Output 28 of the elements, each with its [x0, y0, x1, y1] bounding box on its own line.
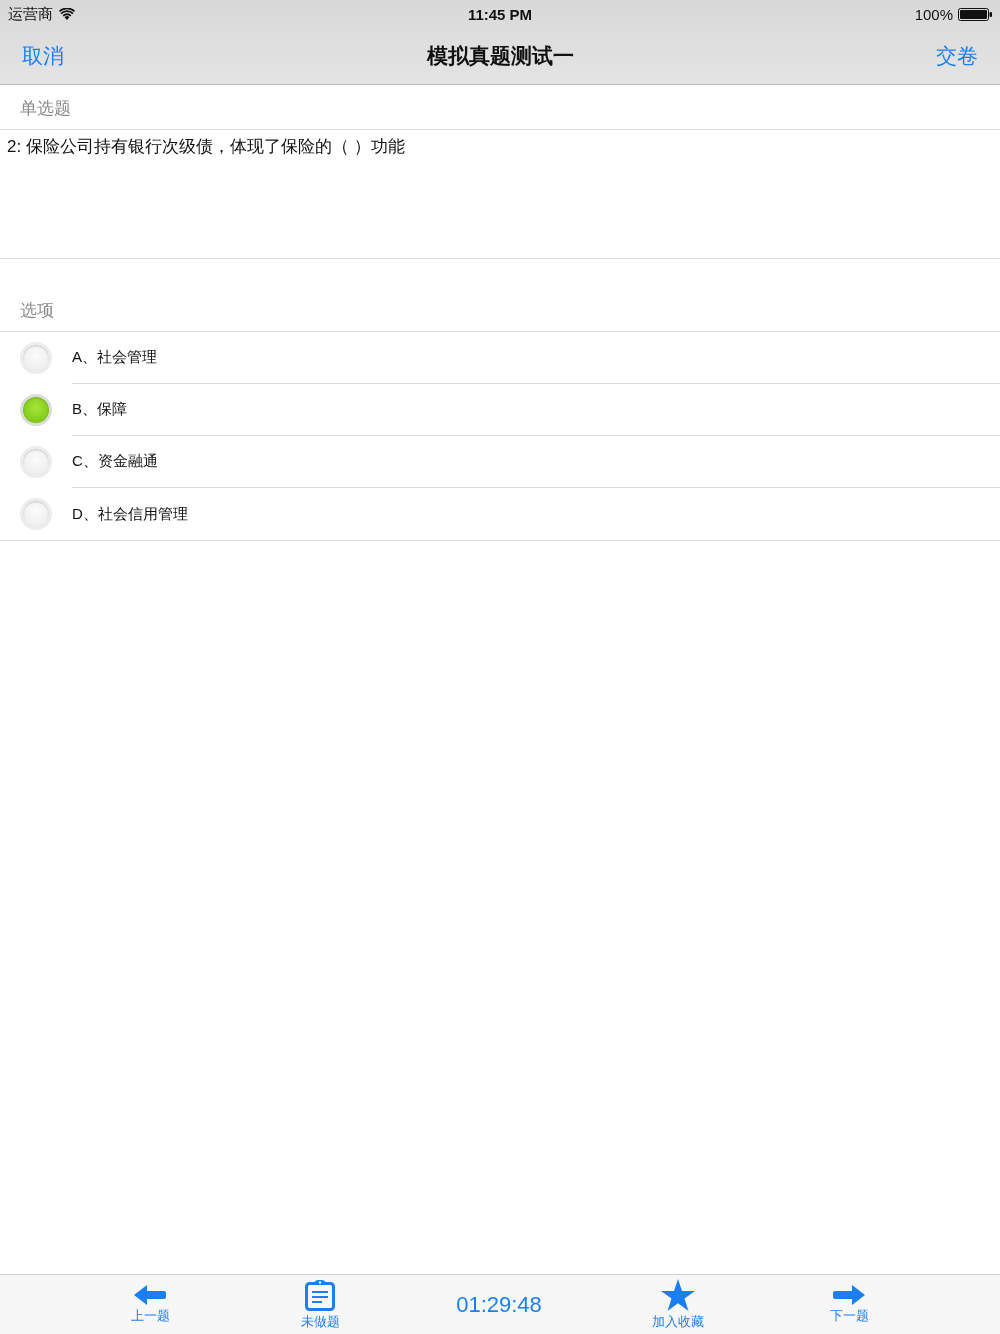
page-title: 模拟真题测试一	[426, 43, 574, 69]
radio-button[interactable]	[20, 342, 52, 374]
left-arrow-icon	[134, 1284, 166, 1305]
radio-button[interactable]	[20, 446, 52, 478]
option-label[interactable]: C、资金融通	[72, 452, 158, 471]
radio-button[interactable]	[20, 394, 52, 426]
option-label[interactable]: D、社会信用管理	[72, 504, 188, 524]
countdown-timer: 01:29:48	[456, 1291, 542, 1318]
option-label[interactable]: B、保障	[72, 400, 127, 419]
right-arrow-icon	[833, 1284, 865, 1305]
clipboard-icon	[305, 1278, 335, 1311]
star-icon	[661, 1278, 695, 1311]
battery-percent: 100%	[914, 5, 953, 23]
section-title: 选项	[20, 301, 54, 321]
battery-icon	[958, 7, 992, 21]
favorite-button[interactable]: 加入收藏	[652, 1278, 704, 1331]
question-text: 2: 保险公司持有银行次级债，体现了保险的（ ）功能	[7, 137, 406, 157]
radio-button[interactable]	[20, 498, 52, 530]
cancel-button[interactable]: 取消	[22, 42, 64, 70]
submit-button[interactable]: 交卷	[936, 42, 978, 70]
option-label[interactable]: A、社会管理	[72, 348, 157, 367]
section-title: 单选题	[20, 99, 71, 119]
status-time: 11:45 PM	[467, 5, 533, 23]
unanswered-button[interactable]: 未做题	[300, 1278, 340, 1331]
wifi-icon	[59, 8, 75, 20]
carrier-name: 运营商	[8, 4, 53, 24]
previous-question-button[interactable]: 上一题	[130, 1284, 170, 1325]
next-question-button[interactable]: 下一题	[829, 1284, 869, 1325]
